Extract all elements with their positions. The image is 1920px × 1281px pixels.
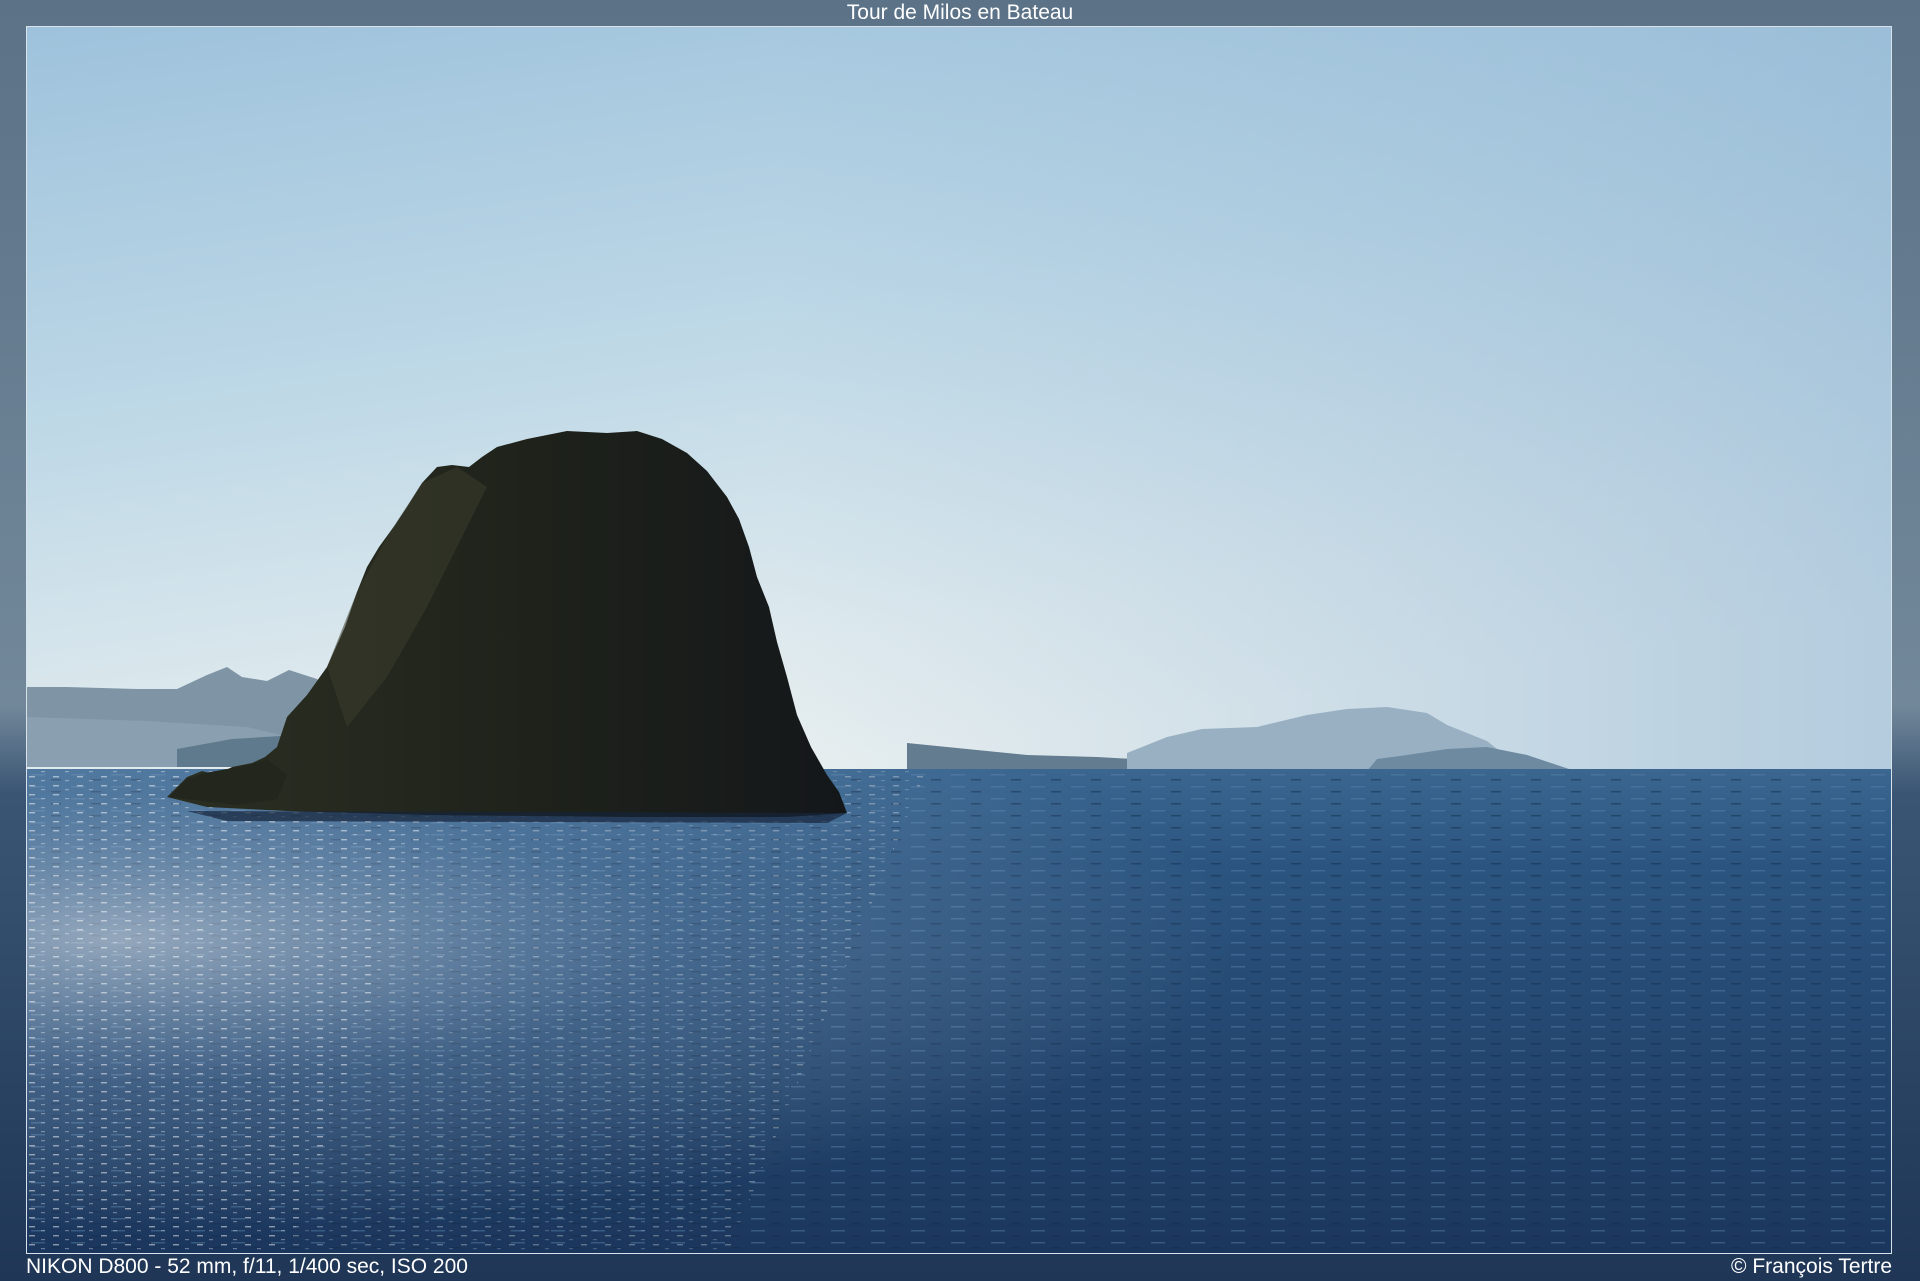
seascape-image: [27, 27, 1891, 1253]
exif-info: NIKON D800 - 52 mm, f/11, 1/400 sec, ISO…: [26, 1255, 468, 1278]
copyright-notice: © François Tertre: [1731, 1255, 1892, 1278]
photo: [26, 26, 1892, 1254]
photo-title: Tour de Milos en Bateau: [846, 1, 1074, 24]
